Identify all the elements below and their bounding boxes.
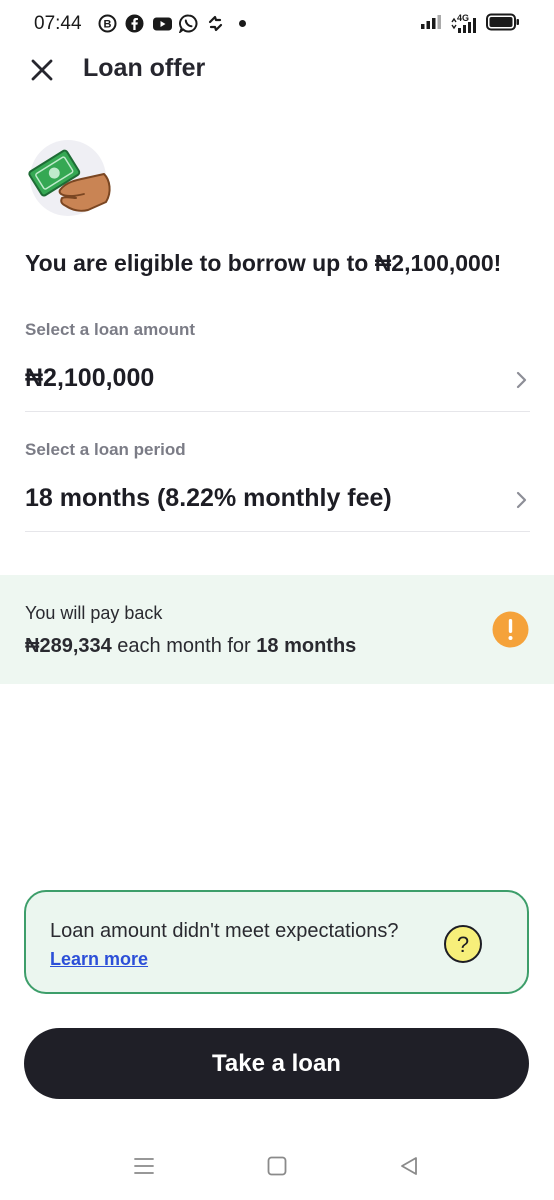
- payback-intro: You will pay back: [25, 603, 163, 623]
- loan-period-selector[interactable]: 18 months (8.22% monthly fee): [25, 472, 530, 532]
- youtube-icon: [152, 14, 172, 33]
- back-triangle-icon[interactable]: [397, 1154, 421, 1178]
- network-type-label: 4G: [457, 12, 470, 23]
- chevron-right-icon: [516, 490, 528, 510]
- home-square-icon[interactable]: [265, 1154, 289, 1178]
- battery-icon: [486, 13, 520, 36]
- payback-summary: You will pay back ₦289,334 each month fo…: [0, 575, 554, 684]
- payback-connector-text: each month for: [111, 635, 257, 657]
- status-time: 07:44: [34, 13, 82, 34]
- loan-period-label: Select a loan period: [25, 440, 186, 459]
- take-loan-button[interactable]: Take a loan: [24, 1028, 529, 1099]
- close-icon[interactable]: [28, 56, 56, 84]
- facebook-icon: [125, 14, 144, 33]
- expectations-info-card: Loan amount didn't meet expectations? Le…: [24, 890, 529, 994]
- question-mark-icon[interactable]: ?: [443, 924, 483, 964]
- monthly-payment-amount: ₦289,334: [25, 635, 112, 657]
- eligibility-headline: You are eligible to borrow up to ₦2,100,…: [25, 250, 502, 276]
- exclamation-icon[interactable]: [492, 611, 529, 648]
- cash-in-hand-illustration: [26, 140, 112, 220]
- whatsapp-icon: [178, 14, 198, 35]
- loan-amount-selector[interactable]: ₦2,100,000: [25, 352, 530, 412]
- bold-b-icon: B: [98, 14, 117, 33]
- mobile-data-icon: 4G: [450, 12, 478, 34]
- system-navigation-bar: [0, 1140, 554, 1192]
- sync-icon: [206, 14, 225, 33]
- signal-icon: [420, 14, 442, 35]
- loan-offer-screen: 07:44 B 4G Loan offer You are eligible t…: [0, 0, 554, 1200]
- payback-duration: 18 months: [256, 635, 357, 657]
- notification-dot: [239, 20, 246, 27]
- learn-more-link[interactable]: Learn more: [50, 949, 148, 970]
- status-bar: 07:44 B 4G: [0, 0, 554, 48]
- payback-detail: ₦289,334 each month for 18 months: [25, 635, 356, 658]
- chevron-right-icon: [516, 370, 528, 390]
- status-system-icons: 4G: [420, 13, 520, 36]
- svg-text:?: ?: [457, 932, 469, 957]
- loan-amount-value: ₦2,100,000: [25, 364, 155, 392]
- svg-text:B: B: [104, 19, 112, 31]
- expectations-question: Loan amount didn't meet expectations?: [50, 920, 399, 942]
- header: Loan offer: [0, 48, 554, 92]
- status-app-icons: B: [98, 14, 246, 35]
- page-title: Loan offer: [83, 54, 206, 82]
- menu-icon[interactable]: [132, 1154, 156, 1178]
- loan-period-value: 18 months (8.22% monthly fee): [25, 484, 392, 512]
- loan-amount-label: Select a loan amount: [25, 320, 196, 339]
